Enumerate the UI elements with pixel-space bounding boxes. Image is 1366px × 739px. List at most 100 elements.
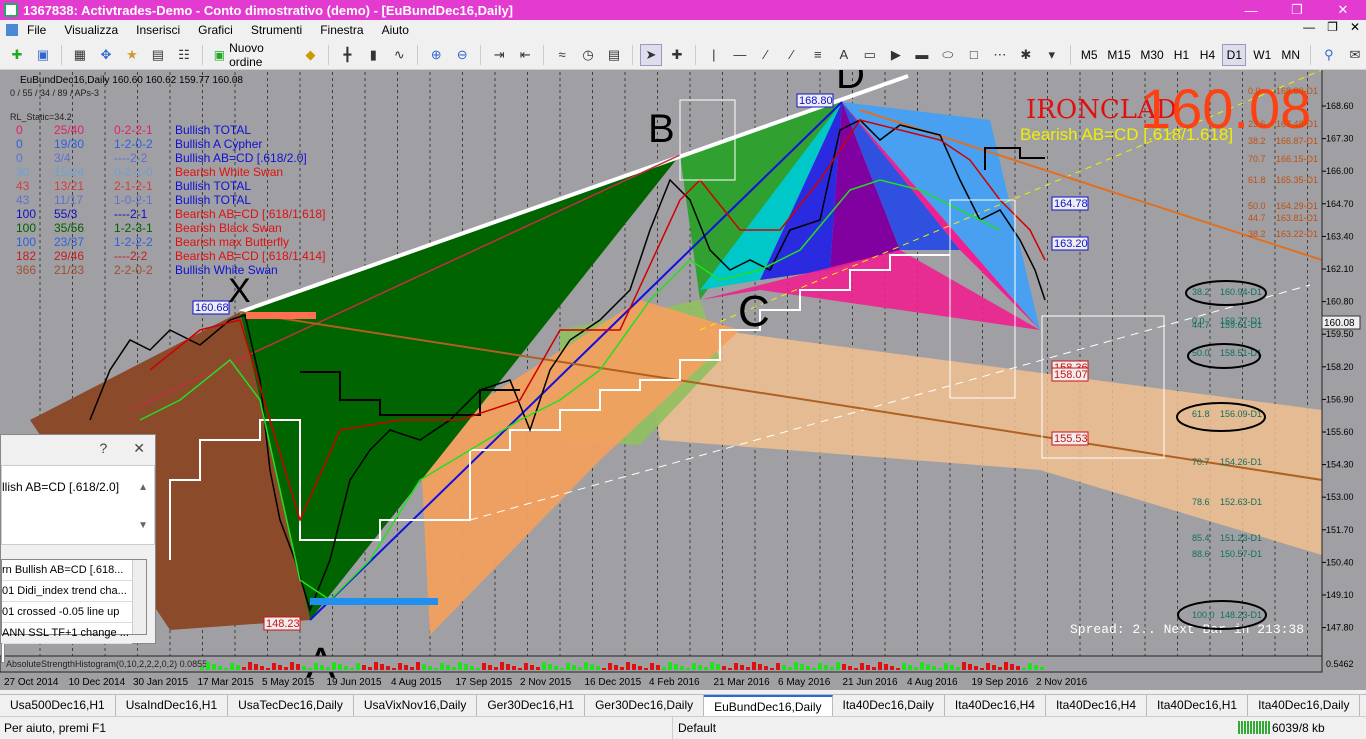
new-chart-icon[interactable]: ✚: [6, 44, 28, 66]
channel-icon[interactable]: ∕: [781, 44, 803, 66]
timeframe-m30[interactable]: M30: [1138, 44, 1167, 66]
menu-view[interactable]: Visualizza: [55, 23, 127, 37]
legend-seq: ----2-2: [114, 249, 148, 263]
y-axis-tick: 151.70: [1326, 525, 1354, 535]
text-icon[interactable]: A: [833, 44, 855, 66]
chart-shift-icon[interactable]: ⇤: [514, 44, 536, 66]
dialog-button[interactable]: [1, 643, 5, 663]
chart-tab[interactable]: UsaIndDec16,H1: [116, 695, 229, 716]
dialog-close-button[interactable]: ✕: [133, 440, 145, 457]
timeframe-m5[interactable]: M5: [1078, 44, 1101, 66]
profiles-icon[interactable]: ▣: [32, 44, 54, 66]
mdi-minimize-button[interactable]: —: [1303, 20, 1315, 34]
indicators-icon[interactable]: ≈: [551, 44, 573, 66]
alert-list-item[interactable]: 01 Didi_index trend cha...: [2, 581, 132, 602]
crosshair-icon[interactable]: ✚: [666, 44, 688, 66]
chart-tab[interactable]: EuBundDec16,Daily: [704, 695, 833, 716]
tester-icon[interactable]: ☷: [173, 44, 195, 66]
candle-chart-icon[interactable]: ▮: [362, 44, 384, 66]
timeframe-m15[interactable]: M15: [1105, 44, 1134, 66]
line-chart-icon[interactable]: ∿: [388, 44, 410, 66]
chart-tab[interactable]: UsaTecDec16,Daily: [228, 695, 354, 716]
menu-file[interactable]: File: [18, 23, 55, 37]
timeframe-d1[interactable]: D1: [1222, 43, 1247, 66]
shapes-icon[interactable]: ✱: [1015, 44, 1037, 66]
bar-chart-icon[interactable]: ╋: [336, 44, 358, 66]
price-chart[interactable]: X A B C D IRONCLAD 160.08 Bearish AB=CD …: [0, 70, 1366, 690]
horizontal-line-icon[interactable]: —: [729, 44, 751, 66]
menu-insert[interactable]: Inserisci: [127, 23, 189, 37]
maximize-button[interactable]: ❐: [1274, 0, 1320, 20]
new-order-button[interactable]: ▣ Nuovo ordine: [210, 41, 296, 69]
chart-tabs: Usa500Dec16,H1 UsaIndDec16,H1 UsaTecDec16,…: [0, 694, 1366, 716]
templates-icon[interactable]: ▤: [603, 44, 625, 66]
chart-tab[interactable]: Ita40: [1360, 695, 1366, 716]
more-tools-icon[interactable]: ▾: [1041, 44, 1063, 66]
minimize-button[interactable]: —: [1228, 0, 1274, 20]
timeframe-w1[interactable]: W1: [1250, 44, 1274, 66]
timeframe-h1[interactable]: H1: [1170, 44, 1192, 66]
timeframe-mn[interactable]: MN: [1278, 44, 1303, 66]
trendline-icon[interactable]: ∕: [755, 44, 777, 66]
list-scrollbar[interactable]: [132, 560, 146, 634]
fib-value: 168.80-D1: [1276, 86, 1318, 96]
chart-tab[interactable]: Usa500Dec16,H1: [0, 695, 116, 716]
mdi-icon[interactable]: [6, 24, 18, 36]
navigator-icon[interactable]: ★: [121, 44, 143, 66]
fibonacci-icon[interactable]: ≡: [807, 44, 829, 66]
vertical-line-icon[interactable]: |: [703, 44, 725, 66]
chart-tab[interactable]: Ita40Dec16,H1: [1147, 695, 1249, 716]
legend-seq: 0-2-2-1: [114, 123, 153, 137]
data-window-icon[interactable]: ✥: [95, 44, 117, 66]
chart-tab[interactable]: Ger30Dec16,H1: [477, 695, 586, 716]
chart-tab[interactable]: UsaVixNov16,Daily: [354, 695, 478, 716]
cursor-icon[interactable]: ➤: [639, 43, 662, 66]
label-icon[interactable]: ▭: [859, 44, 881, 66]
scroll-up-icon[interactable]: ▲: [138, 482, 148, 493]
zoom-in-icon[interactable]: ⊕: [425, 44, 447, 66]
help-button[interactable]: ?: [99, 440, 107, 456]
rectangle-icon[interactable]: ▬: [911, 44, 933, 66]
chart-tab[interactable]: Ita40Dec16,H4: [1046, 695, 1148, 716]
legend-count: 100: [16, 235, 36, 249]
alerts-dialog[interactable]: ? ✕ llish AB=CD [.618/2.0] ▲ ▼ rn Bullis…: [0, 434, 156, 663]
square-icon[interactable]: □: [963, 44, 985, 66]
menu-tools[interactable]: Strumenti: [242, 23, 311, 37]
pitchfork-icon[interactable]: ⋯: [989, 44, 1011, 66]
chart-tab[interactable]: Ger30Dec16,Daily: [585, 695, 705, 716]
close-button[interactable]: ✕: [1320, 0, 1366, 20]
menu-window[interactable]: Finestra: [311, 23, 372, 37]
fib-pct: 78.6: [1192, 497, 1210, 507]
mdi-restore-button[interactable]: ❐: [1327, 20, 1338, 34]
legend-count: 0: [16, 137, 23, 151]
terminal-icon[interactable]: ▤: [147, 44, 169, 66]
alert-list-item[interactable]: rn Bullish AB=CD [.618...: [2, 560, 132, 581]
periods-icon[interactable]: ◷: [577, 44, 599, 66]
chart-canvas[interactable]: X A B C D IRONCLAD 160.08 Bearish AB=CD …: [0, 70, 1366, 690]
menu-charts[interactable]: Grafici: [189, 23, 242, 37]
chart-tab[interactable]: Ita40Dec16,H4: [945, 695, 1046, 716]
search-icon[interactable]: ⚲: [1318, 44, 1340, 66]
fib-value: 154.26-D1: [1220, 457, 1262, 467]
y-axis-tick: 162.10: [1326, 264, 1354, 274]
chart-tab[interactable]: Ita40Dec16,Daily: [1248, 695, 1361, 716]
market-watch-icon[interactable]: ▦: [69, 44, 91, 66]
menu-help[interactable]: Aiuto: [373, 23, 418, 37]
alert-list-item[interactable]: 01 crossed -0.05 line up: [2, 602, 132, 623]
arrow-icon[interactable]: ▶: [885, 44, 907, 66]
mdi-close-button[interactable]: ✕: [1350, 20, 1360, 34]
legend-ratio: 55/3: [54, 207, 78, 221]
chat-icon[interactable]: ✉: [1344, 44, 1366, 66]
zoom-out-icon[interactable]: ⊖: [451, 44, 473, 66]
scroll-down-icon[interactable]: ▼: [138, 520, 148, 531]
price-box-label: 158.07: [1054, 369, 1088, 381]
zone-bar-red: [246, 312, 316, 319]
alert-list-item[interactable]: ANN SSL TF+1 change ...: [2, 623, 132, 644]
autoscroll-icon[interactable]: ⇥: [488, 44, 510, 66]
ellipse-icon[interactable]: ⬭: [937, 44, 959, 66]
legend-seq: 2-2-0-2: [114, 263, 153, 277]
timeframe-h4[interactable]: H4: [1196, 44, 1218, 66]
chart-header: EuBundDec16,Daily 160.60 160.62 159.77 1…: [20, 75, 243, 86]
chart-tab[interactable]: Ita40Dec16,Daily: [833, 695, 945, 716]
autotrading-icon[interactable]: ◆: [299, 44, 321, 66]
